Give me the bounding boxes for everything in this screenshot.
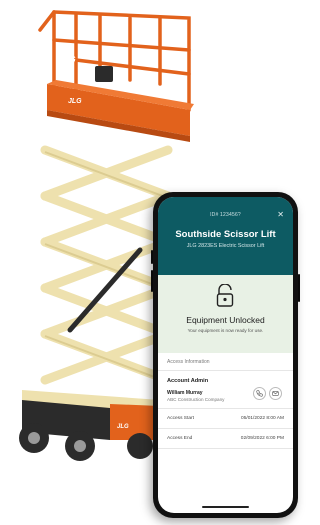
phone-icon[interactable] <box>253 387 266 400</box>
volume-button <box>151 270 153 292</box>
equipment-title: Southside Scissor Lift <box>175 229 276 240</box>
close-icon[interactable]: ✕ <box>277 211 284 219</box>
equipment-header: ID# 123456? ✕ Southside Scissor Lift JLG… <box>158 197 293 275</box>
platform-deck <box>47 80 194 142</box>
platform-brand-logo: JLG <box>68 98 82 105</box>
control-box <box>95 66 113 82</box>
smartphone-mockup: ID# 123456? ✕ Southside Scissor Lift JLG… <box>151 192 300 518</box>
unlock-status-title: Equipment Unlocked <box>186 315 265 325</box>
equipment-id: ID# 123456? <box>210 212 241 218</box>
access-start-row: Access Start 05/01/2022 8:00 AM <box>158 409 293 429</box>
admin-name: William Murray <box>167 390 203 396</box>
message-icon[interactable] <box>269 387 282 400</box>
scissor-arms <box>40 145 173 385</box>
lift-brand-logo: JLG <box>60 55 76 64</box>
account-admin-heading: Account Admin <box>167 378 209 384</box>
access-start-value: 05/01/2022 8:00 AM <box>241 416 284 421</box>
account-admin-contact: William Murray ABC Construction Company <box>158 384 293 409</box>
base-brand-logo: JLG <box>117 424 129 430</box>
unlock-status-message: Your equipment is now ready for use. <box>187 328 264 333</box>
access-end-row: Access End 02/09/2022 6:00 PM <box>158 429 293 449</box>
unlock-status-card: Equipment Unlocked Your equipment is now… <box>158 275 293 353</box>
app-screen: ID# 123456? ✕ Southside Scissor Lift JLG… <box>158 197 293 513</box>
access-end-value: 02/09/2022 6:00 PM <box>240 436 284 441</box>
access-start-label: Access Start <box>167 416 194 421</box>
volume-button <box>151 250 153 264</box>
admin-company: ABC Construction Company <box>167 397 225 402</box>
equipment-subtitle: JLG 2823ES Electric Scissor Lift <box>186 243 265 249</box>
access-end-label: Access End <box>167 436 193 441</box>
power-button <box>298 274 300 302</box>
home-indicator[interactable] <box>202 505 249 508</box>
access-information-label: Access Information <box>158 353 293 371</box>
unlocked-padlock-icon <box>216 284 234 307</box>
